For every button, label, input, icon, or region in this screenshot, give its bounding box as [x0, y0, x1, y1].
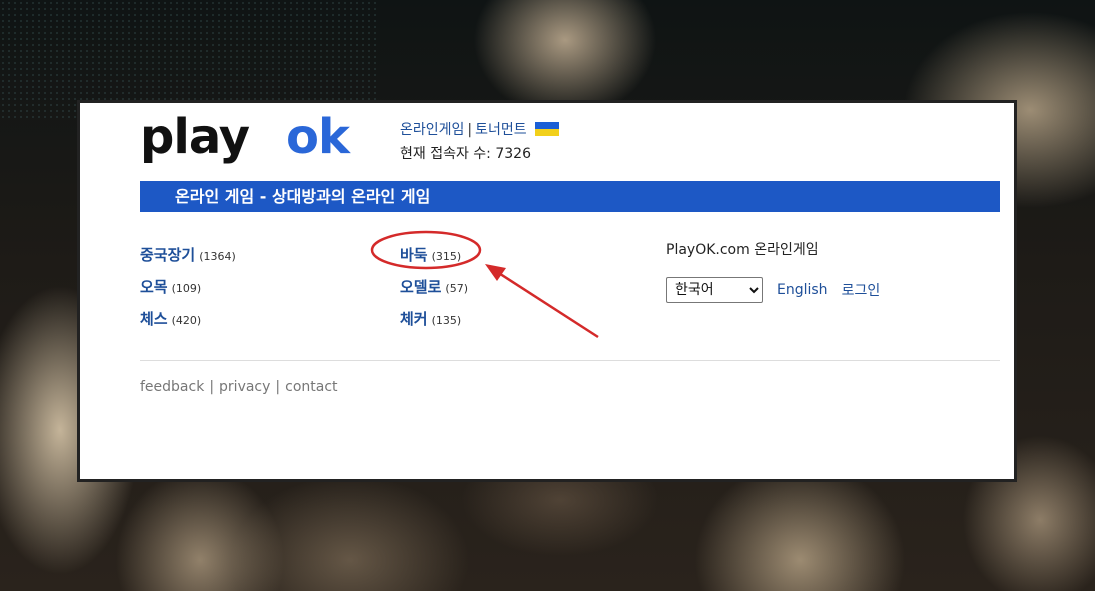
game-link-reversi[interactable]: 오델로 [400, 278, 441, 296]
game-count: (315) [431, 250, 462, 263]
game-item: 바둑 (315) [400, 239, 468, 271]
game-count: (420) [171, 314, 202, 327]
contact-link[interactable]: contact [285, 379, 337, 395]
header-nav: 온라인게임 | 토너먼트 [400, 119, 559, 139]
site-description: PlayOK.com 온라인게임 [666, 242, 819, 258]
page-title-banner: 온라인 게임 - 상대방과의 온라인 게임 [140, 181, 1000, 212]
language-row: 한국어 English 로그인 [666, 277, 880, 303]
playok-logo[interactable]: play ok [140, 113, 372, 169]
logo-text-ok: ok [286, 113, 351, 165]
main-panel: play ok 온라인게임 | 토너먼트 현재 접속자 수: 7326 온라인 게임… [77, 100, 1017, 482]
game-count: (135) [431, 314, 462, 327]
footer-separator: | [209, 379, 215, 395]
games-column-1: 중국장기 (1364) 오목 (109) 체스 (420) [140, 239, 236, 335]
game-link-xiangqi[interactable]: 중국장기 [140, 246, 195, 264]
games-column-2: 바둑 (315) 오델로 (57) 체커 (135) [400, 239, 468, 335]
game-link-gomoku[interactable]: 오목 [140, 278, 168, 296]
nav-separator: | [467, 122, 473, 138]
feedback-link[interactable]: feedback [140, 379, 204, 395]
divider [140, 360, 1000, 361]
game-item: 체커 (135) [400, 303, 468, 335]
english-link[interactable]: English [777, 282, 828, 298]
game-item: 오목 (109) [140, 271, 236, 303]
nav-tournament-link[interactable]: 토너먼트 [475, 122, 527, 138]
game-count: (109) [171, 282, 202, 295]
nav-online-games-link[interactable]: 온라인게임 [400, 122, 464, 138]
game-link-checkers[interactable]: 체커 [400, 310, 428, 328]
game-count: (1364) [199, 250, 236, 263]
game-item: 체스 (420) [140, 303, 236, 335]
footer-links: feedback | privacy | contact [140, 379, 338, 395]
side-panel: PlayOK.com 온라인게임 한국어 English 로그인 [666, 239, 880, 303]
login-link[interactable]: 로그인 [842, 280, 881, 300]
game-item: 중국장기 (1364) [140, 239, 236, 271]
logo-text-play: play [140, 113, 250, 165]
game-link-chess[interactable]: 체스 [140, 310, 168, 328]
ukraine-flag-icon [534, 122, 559, 136]
footer-separator: | [275, 379, 281, 395]
language-select[interactable]: 한국어 [666, 277, 763, 303]
online-count: 현재 접속자 수: 7326 [400, 146, 531, 162]
privacy-link[interactable]: privacy [219, 379, 270, 395]
game-item: 오델로 (57) [400, 271, 468, 303]
game-count: (57) [445, 282, 468, 295]
game-link-go[interactable]: 바둑 [400, 246, 428, 264]
